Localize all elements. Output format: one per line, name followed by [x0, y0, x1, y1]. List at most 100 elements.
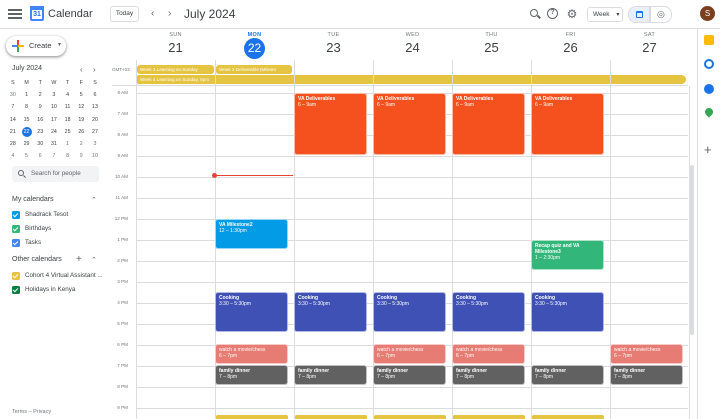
event-va-milestone2[interactable]: VA Milestone2 12 – 1:30pm: [215, 219, 288, 249]
chevron-up-icon[interactable]: ⌃: [91, 196, 97, 204]
event-partial-fri[interactable]: [532, 415, 604, 419]
mini-day[interactable]: 10: [47, 101, 61, 113]
search-icon[interactable]: [529, 8, 541, 20]
checkbox-checked-icon[interactable]: [12, 225, 20, 233]
event-dinner-sat[interactable]: family dinner 7 – 8pm: [610, 365, 683, 385]
mini-day[interactable]: 3: [47, 89, 61, 101]
event-va-deliverables-thu[interactable]: VA Deliverables 6 – 9am: [452, 93, 525, 155]
event-dinner-fri[interactable]: family dinner 7 – 8pm: [531, 365, 604, 385]
checkbox-checked-icon[interactable]: [12, 239, 20, 247]
mini-day[interactable]: 9: [74, 150, 88, 162]
mini-day[interactable]: 10: [88, 150, 102, 162]
mini-day[interactable]: 8: [61, 150, 75, 162]
mini-day[interactable]: 7: [6, 101, 20, 113]
mini-day[interactable]: 30: [33, 138, 47, 150]
tasks-view-toggle[interactable]: ◎: [650, 6, 672, 23]
mini-prev-month-icon[interactable]: ‹: [80, 65, 83, 74]
allday-event-week4-learning[interactable]: Week 4 Learning on Sunday, 9pm: [137, 75, 686, 84]
event-va-deliverables-wed[interactable]: VA Deliverables 6 – 9am: [373, 93, 446, 155]
event-partial-wed[interactable]: [374, 415, 446, 419]
day-header-sat[interactable]: SAT 27: [610, 32, 689, 55]
today-button[interactable]: Today: [110, 6, 139, 22]
day-header-tue[interactable]: TUE 23: [294, 32, 373, 55]
search-people-input[interactable]: Search for people: [12, 166, 99, 182]
mini-day[interactable]: 2: [74, 138, 88, 150]
contacts-icon[interactable]: [704, 84, 714, 94]
add-other-calendar-icon[interactable]: +: [76, 254, 82, 265]
mini-day[interactable]: 13: [88, 101, 102, 113]
event-dinner-wed[interactable]: family dinner 7 – 8pm: [373, 365, 446, 385]
event-movie-mon[interactable]: watch a movie/chess 6 – 7pm: [215, 344, 288, 364]
create-button[interactable]: Create ▾: [6, 36, 66, 56]
mini-day[interactable]: 29: [20, 138, 34, 150]
checkbox-checked-icon[interactable]: [12, 286, 20, 294]
day-header-mon-today[interactable]: MON 22: [215, 32, 294, 59]
event-cooking-wed[interactable]: Cooking 3:30 – 5:30pm: [373, 292, 446, 332]
mini-day[interactable]: 27: [88, 126, 102, 138]
keep-icon[interactable]: [704, 35, 714, 45]
calendar-view-toggle[interactable]: [628, 6, 650, 23]
settings-gear-icon[interactable]: ⚙: [566, 8, 578, 20]
mini-day[interactable]: 18: [61, 114, 75, 126]
mini-day[interactable]: 5: [20, 150, 34, 162]
checkbox-checked-icon[interactable]: [12, 211, 20, 219]
mini-day[interactable]: 20: [88, 114, 102, 126]
my-calendars-title[interactable]: My calendars: [12, 196, 54, 203]
event-movie-sat[interactable]: watch a movie/chess 6 – 7pm: [610, 344, 683, 364]
mini-day[interactable]: 8: [20, 101, 34, 113]
event-movie-thu[interactable]: watch a movie/chess 6 – 7pm: [452, 344, 525, 364]
mini-day[interactable]: 1: [61, 138, 75, 150]
mini-day[interactable]: 9: [33, 101, 47, 113]
mini-day[interactable]: 24: [47, 126, 61, 138]
event-dinner-tue[interactable]: family dinner 7 – 8pm: [294, 365, 367, 385]
mini-day[interactable]: 30: [6, 89, 20, 101]
mini-day[interactable]: 1: [20, 89, 34, 101]
mini-day[interactable]: 23: [33, 126, 47, 138]
mini-day[interactable]: 2: [33, 89, 47, 101]
mini-day[interactable]: 19: [74, 114, 88, 126]
terms-privacy-links[interactable]: Terms – Privacy: [12, 409, 51, 415]
mini-day[interactable]: 16: [33, 114, 47, 126]
allday-event-week3-deliverable[interactable]: Week 3 Deliverable (Milesto: [216, 65, 292, 74]
checkbox-checked-icon[interactable]: [12, 272, 20, 280]
grid-scrollbar[interactable]: [690, 165, 694, 335]
event-partial-thu[interactable]: [453, 415, 525, 419]
mini-day[interactable]: 31: [47, 138, 61, 150]
mini-day[interactable]: 6: [33, 150, 47, 162]
day-header-fri[interactable]: FRI 26: [531, 32, 610, 55]
add-addon-icon[interactable]: +: [704, 143, 712, 156]
mini-day[interactable]: 15: [20, 114, 34, 126]
mini-day[interactable]: 14: [6, 114, 20, 126]
help-icon[interactable]: ?: [547, 8, 559, 20]
mini-day[interactable]: 25: [61, 126, 75, 138]
mini-day[interactable]: 7: [47, 150, 61, 162]
event-cooking-tue[interactable]: Cooking 3:30 – 5:30pm: [294, 292, 367, 332]
mini-next-month-icon[interactable]: ›: [93, 65, 96, 74]
prev-week-icon[interactable]: ‹: [151, 8, 154, 19]
event-cooking-mon[interactable]: Cooking 3:30 – 5:30pm: [215, 292, 288, 332]
mini-day[interactable]: 17: [47, 114, 61, 126]
mini-day[interactable]: 11: [61, 101, 75, 113]
day-header-sun[interactable]: SUN 21: [136, 32, 215, 55]
main-menu-icon[interactable]: [8, 7, 22, 21]
event-dinner-thu[interactable]: family dinner 7 – 8pm: [452, 365, 525, 385]
mini-day[interactable]: 6: [88, 89, 102, 101]
view-selector-dropdown[interactable]: Week ▾: [587, 7, 623, 22]
event-dinner-mon[interactable]: family dinner 7 – 8pm: [215, 365, 288, 385]
mini-day[interactable]: 21: [6, 126, 20, 138]
allday-event-week3-learning[interactable]: Week 3 Learning on Sunday: [137, 65, 214, 74]
mini-day[interactable]: 28: [6, 138, 20, 150]
mini-day[interactable]: 4: [6, 150, 20, 162]
account-avatar[interactable]: S: [700, 6, 715, 21]
mini-day[interactable]: 5: [74, 89, 88, 101]
event-va-deliverables-fri[interactable]: VA Deliverables 6 – 9am: [531, 93, 604, 155]
event-recap-quiz[interactable]: Recap quiz and VA Milestone3 1 – 2:30pm: [531, 240, 604, 270]
day-header-thu[interactable]: THU 25: [452, 32, 531, 55]
event-va-deliverables-tue[interactable]: VA Deliverables 6 – 9am: [294, 93, 367, 155]
mini-day-today[interactable]: 22: [20, 126, 34, 138]
other-calendars-title[interactable]: Other calendars: [12, 256, 62, 263]
event-cooking-fri[interactable]: Cooking 3:30 – 5:30pm: [531, 292, 604, 332]
event-cooking-thu[interactable]: Cooking 3:30 – 5:30pm: [452, 292, 525, 332]
mini-day[interactable]: 3: [88, 138, 102, 150]
event-partial-mon[interactable]: [216, 415, 288, 419]
